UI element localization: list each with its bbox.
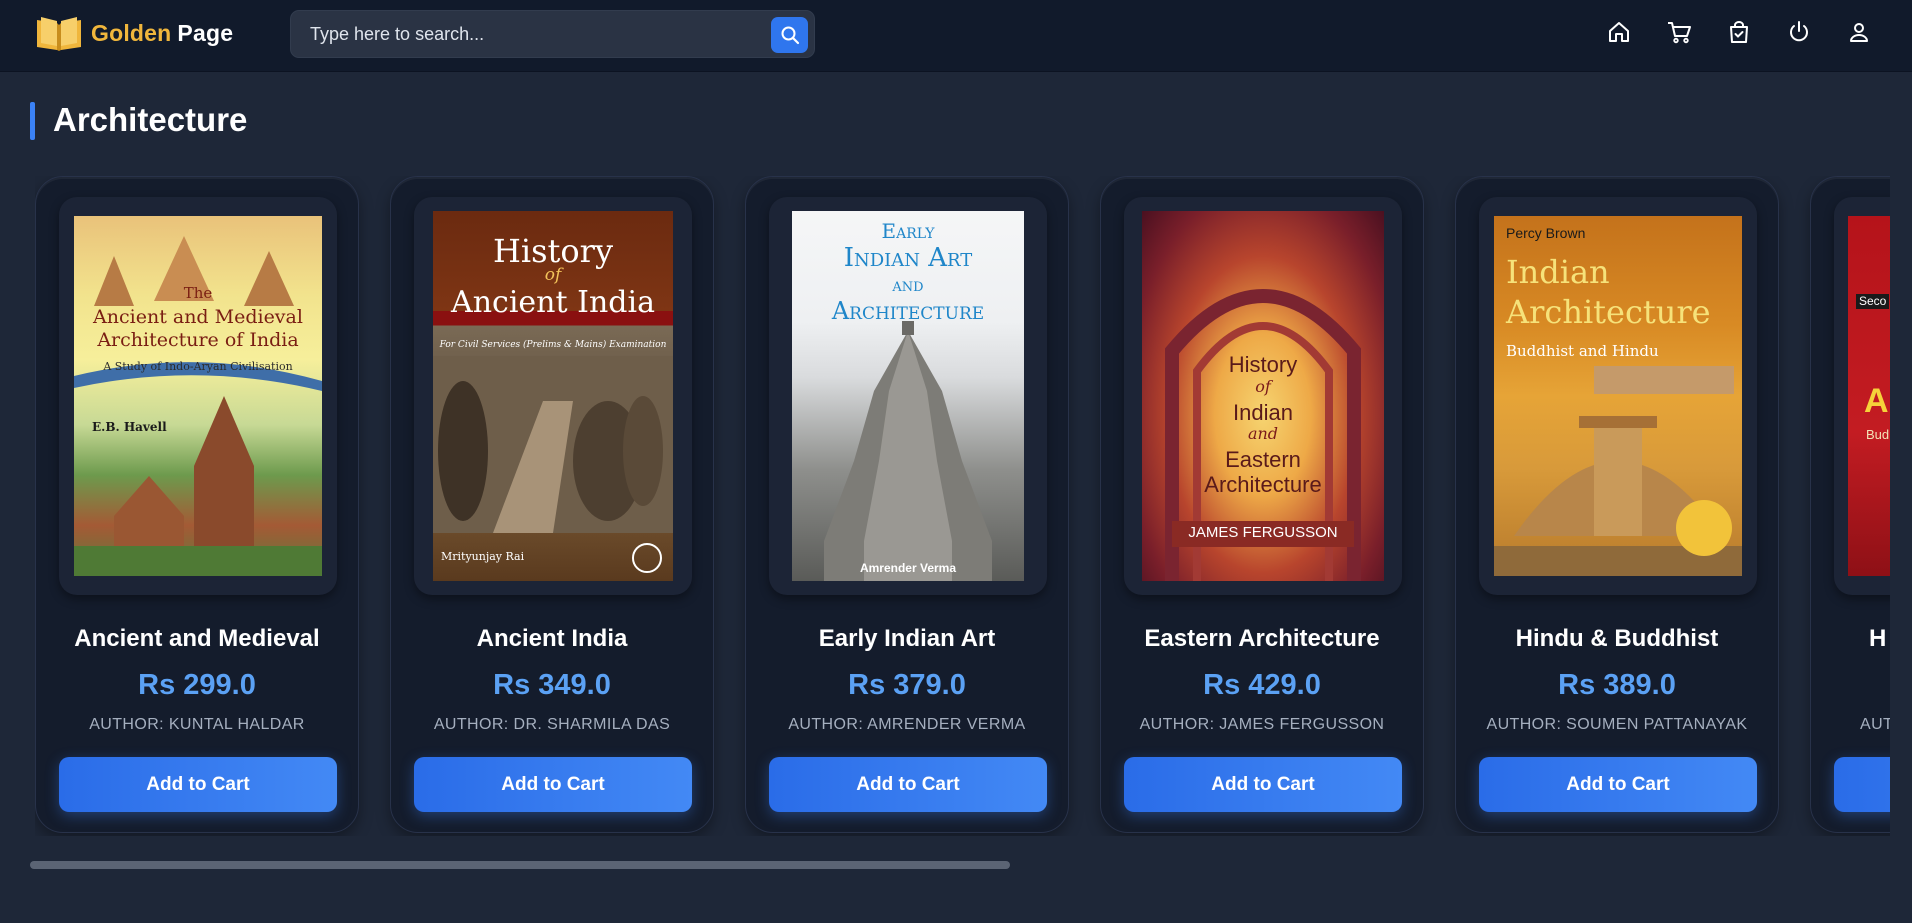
- cover-text-author: JAMES FERGUSSON: [1188, 524, 1338, 541]
- book-carousel[interactable]: The Ancient and Medieval Architecture of…: [35, 176, 1890, 836]
- book-title[interactable]: Ancient India: [391, 625, 713, 653]
- temple-illustration: [74, 236, 322, 576]
- book-card: History of Indian and Eastern Architectu…: [1100, 176, 1424, 833]
- add-to-cart-button[interactable]: Add to Cart: [769, 757, 1047, 812]
- brand-logo[interactable]: Golden Page: [35, 14, 233, 52]
- scrollbar-thumb[interactable]: [30, 861, 1010, 869]
- open-book-icon: [37, 17, 81, 51]
- cover-text-and: and: [1247, 424, 1279, 443]
- cover-text-eastern: Eastern: [1225, 447, 1301, 472]
- search-button[interactable]: [771, 17, 808, 53]
- cover-text-author: Mrityunjay Rai: [441, 550, 525, 563]
- book-author: AUTHOR: JAMES FERGUSSON: [1139, 716, 1385, 733]
- cover-text-author: Amrender Verma: [859, 561, 957, 575]
- cover-text-indian-art: Indian Art: [843, 243, 973, 273]
- cover-text-author: E.B. Havell: [92, 420, 167, 434]
- book-cover-frame: Percy Brown Indian Architecture Buddhist…: [1479, 197, 1757, 595]
- cover-text-author: Percy Brown: [1506, 225, 1586, 241]
- cover-text-subtitle: A Study of Indo-Aryan Civilisation: [103, 360, 293, 373]
- book-card: History of Ancient India For Civil Servi…: [390, 176, 714, 833]
- book-author: AUTHOR: KUNTAL HALDAR: [89, 716, 305, 733]
- add-to-cart-button[interactable]: Add to Cart: [1479, 757, 1757, 812]
- orders-button[interactable]: [1724, 17, 1754, 47]
- book-cover-frame: History of Ancient India For Civil Servi…: [414, 197, 692, 595]
- logout-button[interactable]: [1784, 17, 1814, 47]
- book-price: Rs 349.0: [493, 669, 611, 701]
- cover-text-exam: For Civil Services (Prelims & Mains) Exa…: [439, 340, 667, 350]
- book-title[interactable]: Ancient and Medieval: [36, 625, 358, 653]
- user-icon: [1850, 23, 1868, 42]
- cover-text-title2: Architecture of India: [97, 329, 299, 351]
- add-to-cart-button[interactable]: Add to Cart: [414, 757, 692, 812]
- cover-text-architecture: Architecture: [1506, 293, 1711, 331]
- carousel-scrollbar[interactable]: [30, 861, 1890, 869]
- book-title[interactable]: Hindu & Buddhist: [1456, 625, 1778, 653]
- book-author: AUTHOR: AMRENDER VERMA: [788, 716, 1026, 733]
- book-author: AUTHOR: DR. SHARMILA DAS: [433, 716, 671, 733]
- book-cover-image[interactable]: History of Indian and Eastern Architectu…: [1142, 211, 1384, 581]
- top-navbar: Golden Page: [0, 0, 1912, 72]
- add-to-cart-button[interactable]: [1834, 757, 1890, 812]
- book-price: Rs 379.0: [848, 669, 966, 701]
- home-icon: [1609, 22, 1629, 42]
- add-to-cart-button[interactable]: Add to Cart: [1124, 757, 1402, 812]
- book-title[interactable]: Early Indian Art: [746, 625, 1068, 653]
- book-cover-image[interactable]: Percy Brown Indian Architecture Buddhist…: [1494, 216, 1742, 576]
- logo-text-page: Page: [177, 19, 234, 46]
- cover-text-ancient-india: Ancient India: [451, 285, 655, 320]
- book-cover-frame: Early Indian Art and Architecture Amrend…: [769, 197, 1047, 595]
- book-price: Rs 299.0: [138, 669, 256, 701]
- cover-text-and: and: [892, 275, 924, 296]
- book-cover-image[interactable]: Seco A Bud: [1848, 216, 1890, 576]
- cover-text-indian: Indian: [1506, 253, 1610, 291]
- home-button[interactable]: [1604, 17, 1634, 47]
- cover-text-subtitle: Buddhist and Hindu: [1506, 342, 1659, 360]
- book-card: Seco A Bud H AUT: [1810, 176, 1890, 833]
- book-title[interactable]: Eastern Architecture: [1101, 625, 1423, 653]
- book-cover-image[interactable]: Early Indian Art and Architecture Amrend…: [792, 211, 1024, 581]
- book-cover-frame: The Ancient and Medieval Architecture of…: [59, 197, 337, 595]
- section-title: Architecture: [53, 101, 248, 138]
- book-card: The Ancient and Medieval Architecture of…: [35, 176, 359, 833]
- cover-text-architecture: Architecture: [1204, 472, 1322, 497]
- cover-text-title1: Ancient and Medieval: [93, 306, 303, 328]
- book-cover-image[interactable]: History of Ancient India For Civil Servi…: [433, 211, 673, 581]
- search-bar: [290, 10, 815, 58]
- add-to-cart-button[interactable]: Add to Cart: [59, 757, 337, 812]
- cover-text-subtitle: Bud: [1866, 427, 1890, 442]
- cover-text-edition: Seco: [1856, 294, 1890, 309]
- cover-text-history: History: [1228, 352, 1298, 377]
- book-price: Rs 389.0: [1558, 669, 1676, 701]
- book-cover-frame: History of Indian and Eastern Architectu…: [1124, 197, 1402, 595]
- book-cover-frame: Seco A Bud: [1834, 197, 1890, 595]
- cover-text-of: of: [1255, 377, 1271, 396]
- logo-text-golden: Golden: [91, 19, 172, 46]
- profile-button[interactable]: [1844, 17, 1874, 47]
- book-price: Rs 429.0: [1203, 669, 1321, 701]
- cover-text-the: The: [183, 284, 213, 302]
- section-accent-bar: [30, 102, 35, 140]
- shopping-bag-icon: [1730, 21, 1748, 43]
- book-author: AUTHOR: SOUMEN PATTANAYAK: [1486, 716, 1748, 733]
- cover-text-early: Early: [881, 219, 935, 243]
- book-title[interactable]: H: [1869, 625, 1890, 653]
- cover-text-history: History: [492, 232, 614, 270]
- cart-button[interactable]: [1664, 17, 1694, 47]
- book-card: Percy Brown Indian Architecture Buddhist…: [1455, 176, 1779, 833]
- book-author: AUT: [1860, 716, 1890, 733]
- search-input[interactable]: [310, 21, 750, 47]
- power-icon: [1790, 21, 1808, 42]
- cover-text-indian: Indian: [1233, 400, 1293, 425]
- book-card: Early Indian Art and Architecture Amrend…: [745, 176, 1069, 833]
- cover-text-of: of: [544, 265, 562, 285]
- book-cover-image[interactable]: The Ancient and Medieval Architecture of…: [74, 216, 322, 576]
- cover-text-architecture: Architecture: [831, 297, 985, 325]
- search-icon: [781, 26, 799, 45]
- cover-text-title: A: [1864, 382, 1889, 420]
- cart-icon: [1668, 22, 1691, 44]
